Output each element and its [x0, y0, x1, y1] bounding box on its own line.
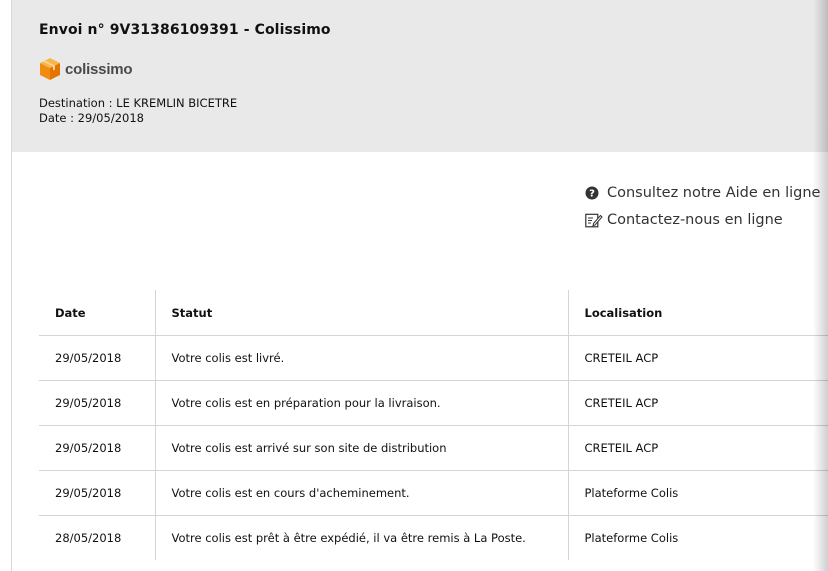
- contact-link[interactable]: Contactez-nous en ligne: [585, 210, 820, 230]
- row-status: Votre colis est en cours d'acheminement.: [154, 470, 569, 516]
- table-row: 29/05/2018 Votre colis est en préparatio…: [39, 380, 828, 426]
- row-date: 29/05/2018: [39, 470, 155, 516]
- svg-text:?: ?: [589, 189, 595, 200]
- question-circle-icon: ?: [585, 184, 603, 202]
- column-header-location: Localisation: [568, 290, 828, 336]
- shipment-date-text: Date : 29/05/2018: [39, 111, 144, 125]
- colissimo-brand: colissimo: [39, 57, 133, 81]
- table-header-row: Date Statut Localisation: [39, 290, 828, 336]
- row-location: CRETEIL ACP: [568, 425, 828, 471]
- tracking-page: Envoi n° 9V31386109391 - Colissimo colis…: [11, 0, 828, 571]
- row-location: Plateforme Colis: [568, 470, 828, 516]
- tracking-table: Date Statut Localisation 29/05/2018 Votr…: [39, 290, 828, 560]
- row-status: Votre colis est livré.: [154, 335, 569, 381]
- column-header-date: Date: [39, 290, 155, 336]
- colissimo-box-logo-icon: [39, 57, 61, 81]
- edit-form-icon: [585, 211, 603, 229]
- contact-link-label: Contactez-nous en ligne: [607, 212, 783, 228]
- help-link-label: Consultez notre Aide en ligne: [607, 185, 821, 201]
- table-row: 28/05/2018 Votre colis est prêt à être e…: [39, 515, 828, 560]
- tracking-table-container: Date Statut Localisation 29/05/2018 Votr…: [39, 290, 828, 560]
- shipment-meta: Destination : LE KREMLIN BICETRE Date : …: [39, 96, 237, 126]
- row-status: Votre colis est prêt à être expédié, il …: [154, 515, 569, 560]
- column-header-status: Statut: [154, 290, 569, 336]
- help-link[interactable]: ? Consultez notre Aide en ligne: [585, 183, 820, 203]
- row-status: Votre colis est arrivé sur son site de d…: [154, 425, 569, 471]
- row-location: CRETEIL ACP: [568, 335, 828, 381]
- row-status: Votre colis est en préparation pour la l…: [154, 380, 569, 426]
- brand-name: colissimo: [65, 60, 133, 78]
- row-date: 29/05/2018: [39, 380, 155, 426]
- row-date: 29/05/2018: [39, 335, 155, 381]
- table-row: 29/05/2018 Votre colis est en cours d'ac…: [39, 470, 828, 516]
- row-location: Plateforme Colis: [584, 531, 679, 545]
- help-links: ? Consultez notre Aide en ligne Contacte…: [585, 183, 820, 237]
- destination-text: Destination : LE KREMLIN BICETRE: [39, 96, 238, 110]
- page-title: Envoi n° 9V31386109391 - Colissimo: [39, 22, 331, 38]
- row-location: CRETEIL ACP: [568, 380, 828, 426]
- table-row: 29/05/2018 Votre colis est livré. CRETEI…: [39, 335, 828, 381]
- row-date: 29/05/2018: [39, 425, 155, 471]
- table-row: 29/05/2018 Votre colis est arrivé sur so…: [39, 425, 828, 471]
- shipment-header: Envoi n° 9V31386109391 - Colissimo colis…: [12, 0, 828, 152]
- row-date: 28/05/2018: [55, 531, 122, 545]
